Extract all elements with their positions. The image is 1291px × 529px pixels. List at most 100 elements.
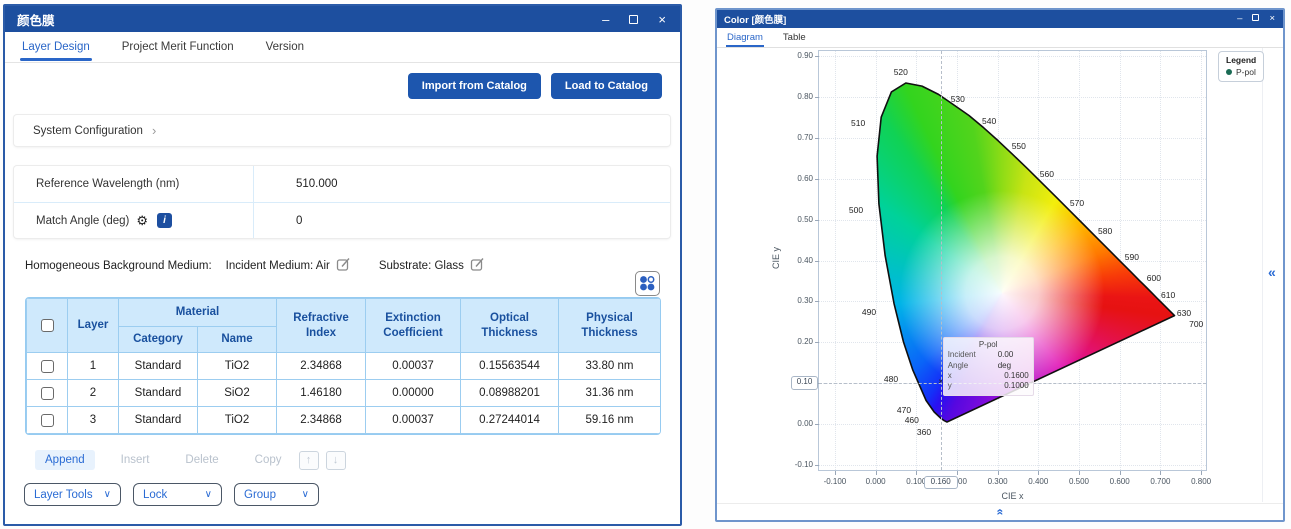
move-up-button[interactable]: ↑ [299, 451, 319, 470]
color-diagram-window: Color [颜色膜] – × Diagram Table P-pol Inci… [715, 8, 1285, 522]
cell-extinction-coefficient[interactable]: 0.00037 [366, 353, 461, 380]
cell-category[interactable]: Standard [119, 407, 198, 434]
y-axis-title: CIE y [771, 247, 781, 269]
wavelength-label: 490 [856, 307, 882, 317]
tab-project-merit-function[interactable]: Project Merit Function [120, 34, 236, 61]
close-icon[interactable]: × [1269, 14, 1275, 24]
y-tick-label: 0.30 [778, 296, 813, 305]
load-to-catalog-button[interactable]: Load to Catalog [551, 73, 662, 99]
layer-table: Layer Material Refractive Index Extincti… [25, 297, 661, 435]
cell-layer[interactable]: 1 [68, 353, 119, 380]
tooltip-label: y [948, 381, 952, 391]
cell-optical-thickness[interactable]: 0.08988201 [461, 380, 559, 407]
wavelength-label: 570 [1064, 198, 1090, 208]
lock-dropdown[interactable]: Lock ∨ [133, 483, 222, 506]
cell-refractive-index[interactable]: 2.34868 [277, 407, 366, 434]
cell-extinction-coefficient[interactable]: 0.00037 [366, 407, 461, 434]
tab-diagram[interactable]: Diagram [726, 29, 764, 46]
header-physical-thickness: Physical Thickness [559, 299, 661, 353]
legend-entry[interactable]: P-pol [1226, 67, 1256, 77]
cell-name[interactable]: TiO2 [198, 353, 277, 380]
catalog-buttons: Import from Catalog Load to Catalog [408, 73, 662, 99]
tooltip-title: P-pol [948, 340, 1029, 349]
delete-button[interactable]: Delete [175, 450, 228, 470]
wavelength-label: 470 [891, 405, 917, 415]
tooltip-label: Incident Angle [948, 350, 998, 371]
tooltip-value: 0.00 deg [998, 350, 1029, 371]
table-view-options-icon[interactable] [635, 271, 660, 296]
cell-optical-thickness[interactable]: 0.15563544 [461, 353, 559, 380]
import-from-catalog-button[interactable]: Import from Catalog [408, 73, 541, 99]
left-tabbar: Layer Design Project Merit Function Vers… [5, 32, 680, 63]
row-checkbox[interactable] [41, 414, 54, 427]
wavelength-label: 560 [1034, 169, 1060, 179]
collapse-panel-up-icon[interactable]: « [994, 509, 1006, 516]
cell-layer[interactable]: 2 [68, 380, 119, 407]
y-tick-label: 0.90 [778, 51, 813, 60]
tooltip-label: x [948, 371, 952, 381]
parameters-card: Reference Wavelength (nm) 510.000 Match … [14, 166, 670, 238]
append-button[interactable]: Append [35, 450, 95, 470]
row-checkbox[interactable] [41, 360, 54, 373]
cell-category[interactable]: Standard [119, 380, 198, 407]
info-icon[interactable]: i [157, 213, 172, 228]
wavelength-label: 510 [845, 118, 871, 128]
cell-physical-thickness[interactable]: 59.16 nm [559, 407, 661, 434]
x-tick-label: 0.700 [1142, 477, 1178, 486]
bottom-strip: « [717, 503, 1283, 520]
cell-name[interactable]: SiO2 [198, 380, 277, 407]
wavelength-label: 530 [945, 94, 971, 104]
cell-refractive-index[interactable]: 2.34868 [277, 353, 366, 380]
edit-incident-medium-icon[interactable] [336, 257, 351, 275]
cell-physical-thickness[interactable]: 33.80 nm [559, 353, 661, 380]
reference-wavelength-value[interactable]: 510.000 [254, 178, 338, 190]
legend: Legend P-pol [1218, 51, 1264, 82]
group-dropdown[interactable]: Group ∨ [234, 483, 319, 506]
tab-table[interactable]: Table [782, 29, 807, 46]
layer-tools-dropdown[interactable]: Layer Tools ∨ [24, 483, 121, 506]
chevron-right-icon: › [152, 123, 156, 138]
tab-layer-design[interactable]: Layer Design [20, 34, 92, 61]
crosshair-vertical-line [941, 51, 942, 470]
y-tick-label: 0.80 [778, 92, 813, 101]
header-name: Name [198, 327, 277, 353]
system-configuration-row[interactable]: System Configuration › [14, 115, 670, 146]
reference-wavelength-label: Reference Wavelength (nm) [14, 166, 254, 202]
insert-button[interactable]: Insert [111, 450, 160, 470]
maximize-icon[interactable] [1252, 14, 1259, 24]
minimize-icon[interactable]: – [602, 13, 609, 26]
maximize-icon[interactable] [629, 13, 638, 26]
gear-icon[interactable]: ⚙ [136, 213, 148, 229]
collapse-panel-left-icon[interactable]: « [1268, 264, 1276, 280]
x-tick-label: 0.400 [1020, 477, 1056, 486]
chevron-down-icon: ∨ [205, 489, 212, 500]
x-tick-label: 0.300 [980, 477, 1016, 486]
tab-version[interactable]: Version [264, 34, 306, 61]
cell-refractive-index[interactable]: 1.46180 [277, 380, 366, 407]
row-checkbox[interactable] [41, 387, 54, 400]
wavelength-label: 590 [1119, 252, 1145, 262]
cell-category[interactable]: Standard [119, 353, 198, 380]
move-down-button[interactable]: ↓ [326, 451, 346, 470]
close-icon[interactable]: × [658, 13, 666, 26]
match-angle-value[interactable]: 0 [254, 215, 302, 227]
wavelength-label: 700 [1183, 319, 1209, 329]
minimize-icon[interactable]: – [1237, 14, 1242, 24]
chevron-down-icon: ∨ [104, 489, 111, 500]
cell-extinction-coefficient[interactable]: 0.00000 [366, 380, 461, 407]
cell-physical-thickness[interactable]: 31.36 nm [559, 380, 661, 407]
incident-medium-label: Incident Medium: Air [226, 260, 330, 272]
select-all-checkbox[interactable] [41, 319, 54, 332]
y-tick-label: 0.20 [778, 337, 813, 346]
cell-layer[interactable]: 3 [68, 407, 119, 434]
wavelength-label: 520 [888, 67, 914, 77]
x-tick-label: 0.000 [858, 477, 894, 486]
cell-optical-thickness[interactable]: 0.27244014 [461, 407, 559, 434]
x-tick-label: 0.500 [1061, 477, 1097, 486]
edit-substrate-icon[interactable] [470, 257, 485, 275]
datapoint-tooltip: P-pol Incident Angle0.00 deg x0.1600 y0.… [943, 337, 1034, 396]
select-all-header-cell [27, 299, 68, 353]
cell-name[interactable]: TiO2 [198, 407, 277, 434]
copy-button[interactable]: Copy [245, 450, 292, 470]
table-row: 1 Standard TiO2 2.34868 0.00037 0.155635… [27, 353, 661, 380]
